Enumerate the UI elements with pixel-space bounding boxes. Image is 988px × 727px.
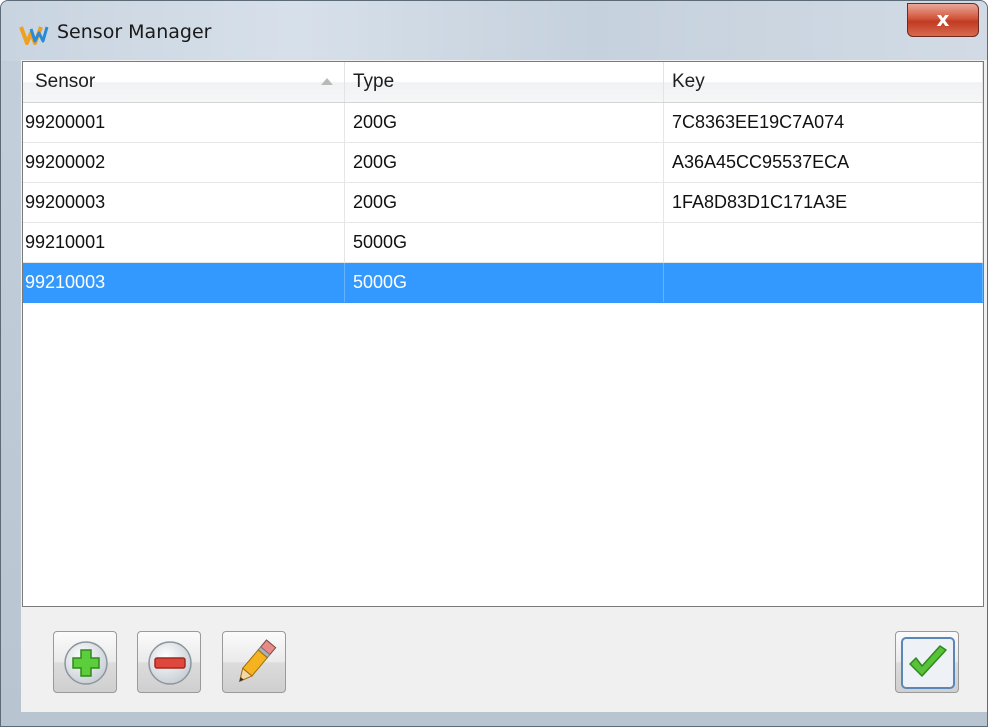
cell-type[interactable]: 200G bbox=[345, 183, 664, 222]
column-header-label: Type bbox=[353, 71, 395, 92]
ok-button[interactable] bbox=[895, 631, 959, 693]
table-row[interactable]: 99210001 5000G bbox=[23, 223, 983, 263]
add-button[interactable] bbox=[53, 631, 117, 693]
close-button[interactable]: x bbox=[907, 3, 979, 37]
table-row[interactable]: 99200001 200G 7C8363EE19C7A074 bbox=[23, 103, 983, 143]
table-row[interactable]: 99200003 200G 1FA8D83D1C171A3E bbox=[23, 183, 983, 223]
close-icon: x bbox=[936, 7, 950, 31]
sensor-manager-window: Sensor Manager x Sensor Type Key 9920000… bbox=[0, 0, 988, 727]
sort-ascending-icon bbox=[321, 78, 333, 85]
cell-type[interactable]: 5000G bbox=[345, 223, 664, 262]
toolbar-divider bbox=[22, 606, 984, 607]
table-row[interactable]: 99200002 200G A36A45CC95537ECA bbox=[23, 143, 983, 183]
cell-sensor[interactable]: 99200003 bbox=[23, 183, 345, 222]
pencil-icon bbox=[238, 639, 277, 683]
window-title: Sensor Manager bbox=[57, 21, 212, 43]
column-header-sensor[interactable]: Sensor bbox=[23, 62, 345, 102]
column-header-label: Sensor bbox=[35, 71, 96, 92]
app-logo-icon bbox=[19, 26, 49, 45]
cell-type[interactable]: 5000G bbox=[345, 263, 664, 302]
plus-icon bbox=[64, 641, 108, 685]
cell-sensor[interactable]: 99200001 bbox=[23, 103, 345, 142]
cell-type[interactable]: 200G bbox=[345, 143, 664, 182]
column-header-key[interactable]: Key bbox=[664, 62, 983, 102]
table-header: Sensor Type Key bbox=[23, 62, 983, 103]
cell-sensor[interactable]: 99210003 bbox=[23, 263, 345, 302]
remove-button[interactable] bbox=[137, 631, 201, 693]
cell-key[interactable] bbox=[664, 263, 983, 302]
cell-sensor[interactable]: 99210001 bbox=[23, 223, 345, 262]
checkmark-icon bbox=[901, 637, 955, 689]
cell-key[interactable]: 7C8363EE19C7A074 bbox=[664, 103, 983, 142]
table-row-selected[interactable]: 99210003 5000G bbox=[23, 263, 983, 303]
column-header-label: Key bbox=[672, 71, 705, 92]
cell-sensor[interactable]: 99200002 bbox=[23, 143, 345, 182]
cell-key[interactable]: 1FA8D83D1C171A3E bbox=[664, 183, 983, 222]
column-header-type[interactable]: Type bbox=[345, 62, 664, 102]
cell-key[interactable]: A36A45CC95537ECA bbox=[664, 143, 983, 182]
cell-key[interactable] bbox=[664, 223, 983, 262]
cell-type[interactable]: 200G bbox=[345, 103, 664, 142]
minus-icon bbox=[148, 641, 192, 685]
edit-button[interactable] bbox=[222, 631, 286, 693]
sensor-table[interactable]: Sensor Type Key 99200001 200G 7C8363EE19… bbox=[22, 61, 984, 607]
title-bar[interactable]: Sensor Manager x bbox=[1, 1, 987, 61]
